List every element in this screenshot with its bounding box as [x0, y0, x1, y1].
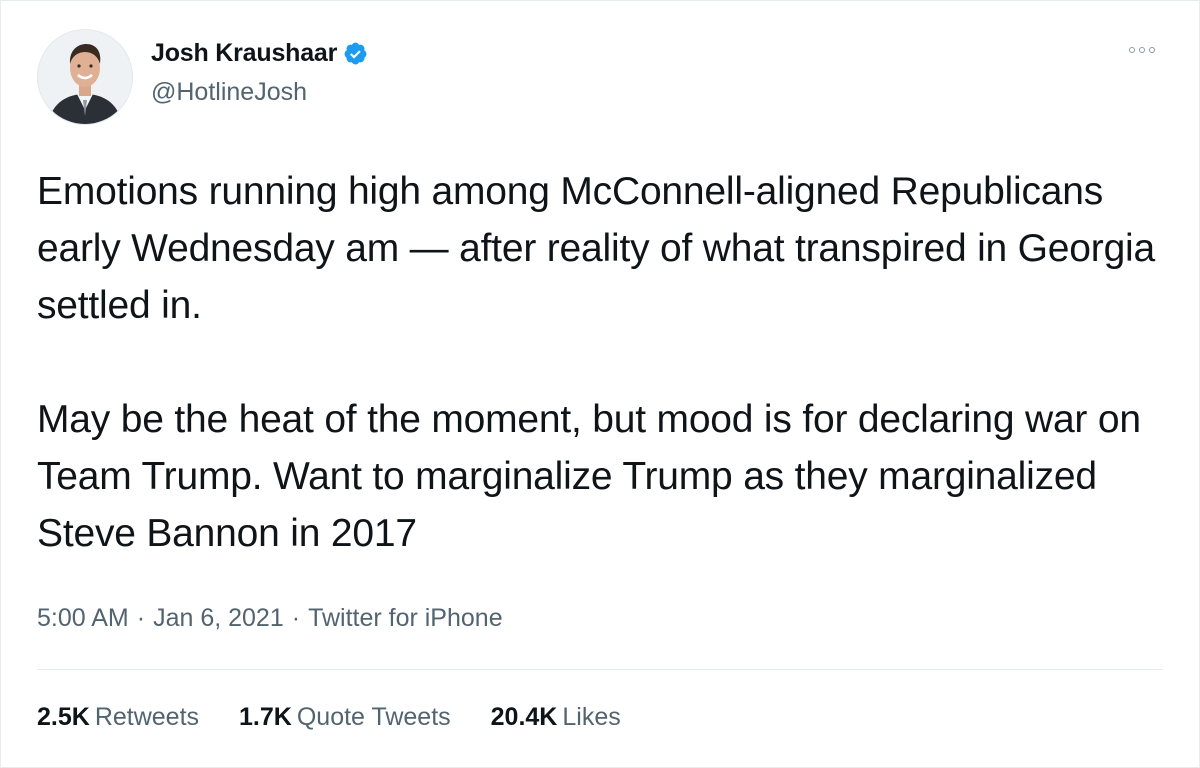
tweet-text: Emotions running high among McConnell-al…	[37, 163, 1167, 562]
meta-separator: ·	[291, 604, 301, 632]
more-dot	[1129, 47, 1135, 53]
quote-tweets-label: Quote Tweets	[296, 703, 451, 731]
tweet-source[interactable]: Twitter for iPhone	[308, 604, 503, 632]
tweet-paragraph-2: May be the heat of the moment, but mood …	[37, 398, 1141, 555]
meta-separator: ·	[136, 604, 146, 632]
avatar-photo-icon	[38, 30, 132, 124]
likes-label: Likes	[562, 703, 621, 731]
author-block: Josh Kraushaar @HotlineJosh	[151, 39, 368, 107]
author-handle[interactable]: @HotlineJosh	[151, 78, 368, 107]
tweet-time[interactable]: 5:00 AM	[37, 604, 129, 632]
divider	[37, 669, 1163, 670]
retweets-stat[interactable]: 2.5K Retweets	[37, 703, 199, 732]
name-row: Josh Kraushaar	[151, 39, 368, 68]
quote-tweets-stat[interactable]: 1.7K Quote Tweets	[239, 703, 451, 732]
likes-count: 20.4K	[490, 703, 558, 731]
quote-tweets-count: 1.7K	[239, 703, 292, 731]
retweets-label: Retweets	[94, 703, 200, 731]
tweet-card: Josh Kraushaar @HotlineJosh Emotions run…	[0, 0, 1200, 768]
more-dot	[1139, 47, 1145, 53]
likes-stat[interactable]: 20.4K Likes	[491, 703, 621, 732]
tweet-date[interactable]: Jan 6, 2021	[153, 604, 284, 632]
more-dot	[1149, 47, 1155, 53]
author-name[interactable]: Josh Kraushaar	[151, 39, 337, 68]
tweet-paragraph-1: Emotions running high among McConnell-al…	[37, 170, 1156, 327]
verified-badge-icon	[344, 42, 367, 65]
tweet-stats: 2.5K Retweets 1.7K Quote Tweets 20.4K Likes	[37, 703, 621, 732]
avatar[interactable]	[37, 29, 133, 125]
retweets-count: 2.5K	[37, 703, 90, 731]
tweet-meta: 5:00 AM · Jan 6, 2021 · Twitter for iPhone	[37, 604, 503, 633]
more-options-icon[interactable]	[1129, 47, 1155, 53]
